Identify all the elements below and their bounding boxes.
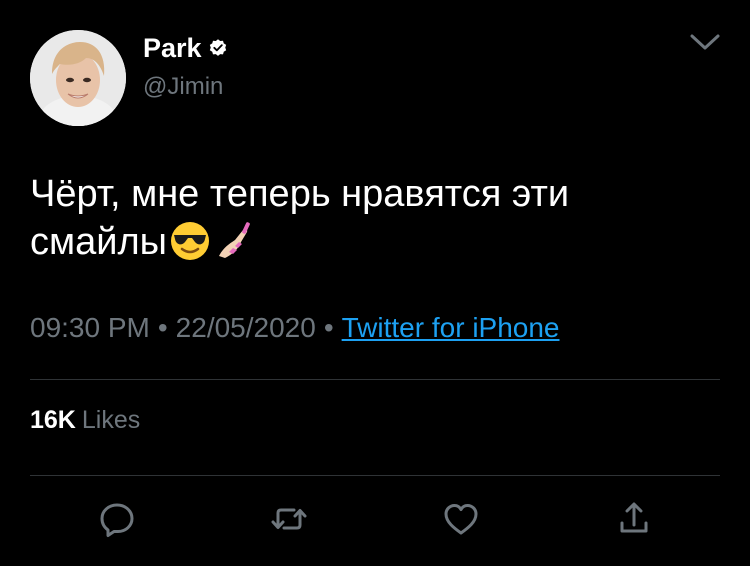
tweet-text-line-2-text: смайлы [30, 221, 167, 263]
smiling-face-with-sunglasses-emoji-icon [170, 222, 209, 260]
retweet-button[interactable] [269, 499, 309, 539]
tweet-card: Park @Jimin Чёрт, мне теперь нравятся эт… [0, 0, 750, 566]
user-handle[interactable]: @Jimin [143, 72, 223, 102]
tweet-text: Чёрт, мне теперь нравятся эти смайлы [30, 170, 710, 266]
display-name-text: Park [143, 33, 202, 63]
tweet-source-link[interactable]: Twitter for iPhone [342, 312, 560, 343]
person-avatar-icon [30, 30, 126, 126]
like-icon [444, 504, 478, 535]
tweet-text-line-1: Чёрт, мне теперь нравятся эти [30, 173, 570, 215]
meta-separator: • [157, 312, 168, 343]
tweet-meta: 09:30 PM • 22/05/2020 • Twitter for iPhone [30, 310, 560, 346]
likes-stat[interactable]: 16K Likes [30, 404, 140, 436]
nail-polish-emoji-icon [218, 222, 250, 258]
chevron-down-icon[interactable] [688, 30, 722, 54]
display-name[interactable]: Park [143, 32, 228, 64]
tweet-time: 09:30 PM [30, 312, 150, 343]
verified-badge-icon [209, 39, 226, 56]
tweet-text-line-2: смайлы [30, 218, 710, 266]
meta-separator: • [323, 312, 334, 343]
reply-button[interactable] [97, 499, 137, 539]
tweet-date: 22/05/2020 [175, 312, 316, 343]
divider [30, 379, 720, 380]
retweet-icon [271, 508, 307, 530]
avatar[interactable] [30, 30, 126, 126]
divider [30, 475, 720, 476]
likes-count: 16K [30, 406, 76, 434]
share-icon [620, 502, 648, 533]
like-button[interactable] [441, 499, 481, 539]
share-button[interactable] [614, 499, 654, 539]
likes-label: Likes [81, 406, 141, 434]
reply-icon [100, 503, 134, 537]
